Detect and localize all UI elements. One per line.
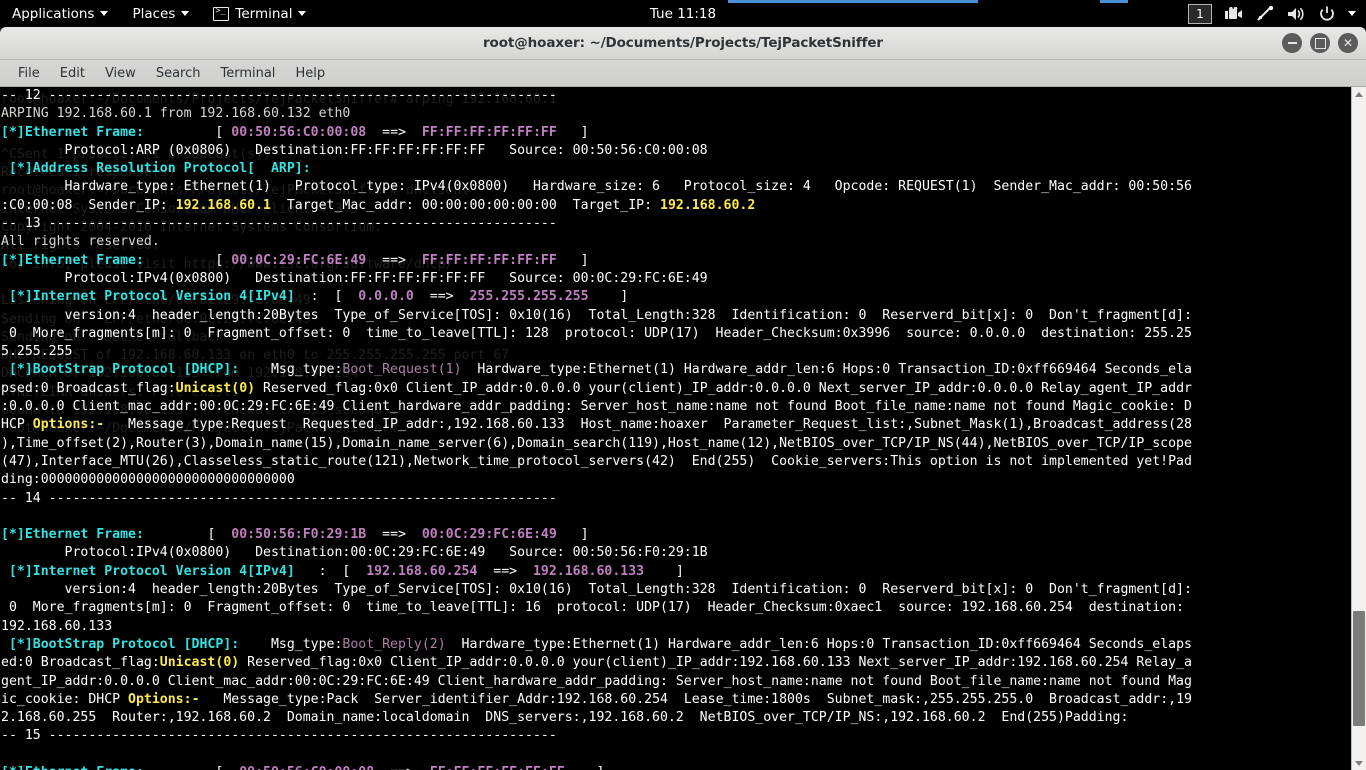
- workspace-switcher[interactable]: 1: [1188, 4, 1212, 24]
- camera-icon[interactable]: [1225, 7, 1243, 21]
- chevron-down-icon[interactable]: [1348, 11, 1356, 16]
- power-icon[interactable]: [1319, 6, 1335, 22]
- window-controls: ✕: [1282, 27, 1358, 59]
- maximize-icon: [1315, 38, 1326, 49]
- places-menu-label: Places: [132, 6, 175, 22]
- terminal-body[interactable]: root@hoaxer:~/Documents/Projects/TejPack…: [0, 87, 1366, 770]
- minimize-icon: [1288, 42, 1297, 44]
- maximize-button[interactable]: [1310, 33, 1330, 53]
- terminal-scrollbar[interactable]: [1351, 87, 1366, 770]
- scrollbar-thumb[interactable]: [1353, 611, 1365, 726]
- places-menu[interactable]: Places: [120, 0, 201, 27]
- close-icon: ✕: [1343, 37, 1353, 49]
- menu-view[interactable]: View: [95, 63, 146, 84]
- menu-help[interactable]: Help: [285, 63, 335, 84]
- applications-menu[interactable]: Applications: [0, 0, 120, 27]
- chevron-down-icon: [298, 11, 306, 16]
- terminal-window: root@hoaxer: ~/Documents/Projects/TejPac…: [0, 27, 1366, 768]
- chevron-down-icon: [100, 11, 108, 16]
- minimize-button[interactable]: [1282, 33, 1302, 53]
- terminal-icon: [213, 7, 229, 21]
- menu-file[interactable]: File: [8, 63, 50, 84]
- terminal-text-layer: -- 12 ----------------------------------…: [0, 87, 1352, 770]
- menu-edit[interactable]: Edit: [50, 63, 95, 84]
- terminal-scrollback-text: -- 12 ----------------------------------…: [0, 87, 1352, 770]
- chevron-down-icon: [1355, 761, 1363, 766]
- menu-terminal[interactable]: Terminal: [210, 63, 285, 84]
- close-button[interactable]: ✕: [1338, 33, 1358, 53]
- window-titlebar[interactable]: root@hoaxer: ~/Documents/Projects/TejPac…: [0, 27, 1366, 60]
- volume-icon[interactable]: [1287, 6, 1306, 22]
- chevron-down-icon: [181, 11, 189, 16]
- menu-search[interactable]: Search: [146, 63, 211, 84]
- network-icon[interactable]: [1256, 6, 1274, 22]
- terminal-app-menu-label: Terminal: [235, 6, 292, 22]
- terminal-output-area[interactable]: root@hoaxer:~/Documents/Projects/TejPack…: [0, 87, 1352, 770]
- desktop-top-panel: Applications Places Terminal Tue 11:18 1: [0, 0, 1366, 27]
- terminal-app-menu[interactable]: Terminal: [201, 0, 318, 27]
- scroll-up-button[interactable]: [1352, 87, 1365, 101]
- panel-highlight-strip: [728, 0, 978, 3]
- applications-menu-label: Applications: [12, 6, 94, 22]
- terminal-menubar: File Edit View Search Terminal Help: [0, 60, 1366, 87]
- panel-highlight-strip-secondary: [1100, 0, 1128, 3]
- chevron-up-icon: [1355, 92, 1363, 97]
- panel-status-area: 1: [1188, 0, 1366, 27]
- window-title: root@hoaxer: ~/Documents/Projects/TejPac…: [483, 35, 883, 51]
